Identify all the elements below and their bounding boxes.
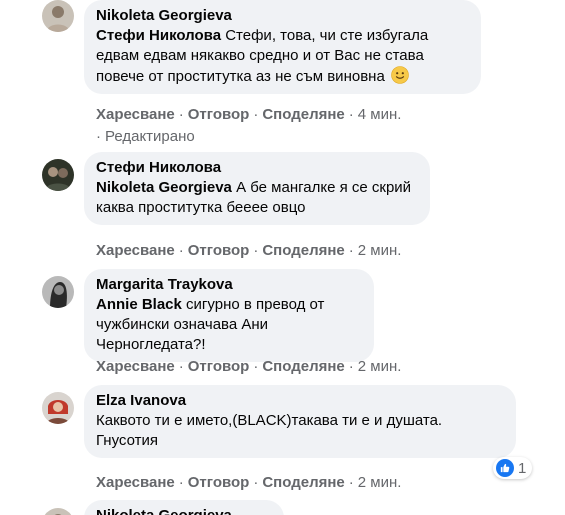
comment-bubble: Nikoleta Georgieva bbox=[84, 500, 284, 515]
comment-thread: Nikoleta Georgieva Стефи Николова Стефи,… bbox=[0, 0, 565, 515]
mention-link[interactable]: Annie Black bbox=[96, 296, 182, 313]
reply-button[interactable]: Отговор bbox=[188, 474, 250, 491]
separator-dot: · bbox=[253, 106, 259, 123]
reactions-summary[interactable]: 1 bbox=[493, 457, 533, 479]
share-button[interactable]: Споделяне bbox=[262, 474, 344, 491]
separator-dot: · bbox=[348, 242, 354, 259]
separator-dot: · bbox=[96, 128, 101, 145]
slightly-smiling-face-icon bbox=[391, 66, 409, 84]
separator-dot: · bbox=[178, 474, 184, 491]
avatar[interactable] bbox=[42, 508, 74, 515]
edited-label[interactable]: Редактирано bbox=[105, 128, 195, 145]
separator-dot: · bbox=[178, 242, 184, 259]
like-button[interactable]: Харесване bbox=[96, 106, 175, 123]
comment-author[interactable]: Nikoleta Georgieva bbox=[96, 506, 272, 515]
timestamp[interactable]: 4 мин. bbox=[358, 106, 402, 123]
comment-text: Annie Black сигурно в превод от чужбинск… bbox=[96, 295, 362, 355]
like-button[interactable]: Харесване bbox=[96, 474, 175, 491]
edited-label-row: · Редактирано bbox=[96, 127, 195, 147]
separator-dot: · bbox=[253, 474, 259, 491]
avatar[interactable] bbox=[42, 276, 74, 308]
comment-text: Nikoleta Georgieva А бе мангалке я се ск… bbox=[96, 178, 418, 218]
reply-button[interactable]: Отговор bbox=[188, 242, 250, 259]
avatar[interactable] bbox=[42, 0, 74, 32]
separator-dot: · bbox=[348, 474, 354, 491]
separator-dot: · bbox=[348, 106, 354, 123]
comment-actions: Харесване · Отговор · Споделяне · 2 мин. bbox=[96, 241, 401, 261]
separator-dot: · bbox=[348, 358, 354, 375]
mention-link[interactable]: Nikoleta Georgieva bbox=[96, 179, 232, 196]
reaction-count: 1 bbox=[518, 459, 527, 477]
comment-actions: Харесване · Отговор · Споделяне · 4 мин. bbox=[96, 105, 401, 125]
comment-bubble: Nikoleta Georgieva Стефи Николова Стефи,… bbox=[84, 0, 481, 94]
timestamp[interactable]: 2 мин. bbox=[358, 242, 402, 259]
separator-dot: · bbox=[253, 242, 259, 259]
comment-author[interactable]: Elza Ivanova bbox=[96, 391, 504, 411]
comment-author[interactable]: Margarita Traykova bbox=[96, 275, 362, 295]
comment-author[interactable]: Стефи Николова bbox=[96, 158, 418, 178]
reply-button[interactable]: Отговор bbox=[188, 106, 250, 123]
comment-text: Гнусотия bbox=[96, 432, 158, 449]
comment-actions: Харесване · Отговор · Споделяне · 2 мин. bbox=[96, 473, 401, 493]
separator-dot: · bbox=[178, 358, 184, 375]
comment-bubble: Margarita Traykova Annie Black сигурно в… bbox=[84, 269, 374, 362]
share-button[interactable]: Споделяне bbox=[262, 242, 344, 259]
comment-text: Стефи Николова Стефи, това, чи сте избуг… bbox=[96, 26, 469, 87]
like-button[interactable]: Харесване bbox=[96, 358, 175, 375]
mention-link[interactable]: Стефи Николова bbox=[96, 27, 221, 44]
share-button[interactable]: Споделяне bbox=[262, 358, 344, 375]
like-icon bbox=[496, 459, 514, 477]
avatar[interactable] bbox=[42, 159, 74, 191]
reply-button[interactable]: Отговор bbox=[188, 358, 250, 375]
comment-text: Каквото ти е името,(BLACK)такава ти е и … bbox=[96, 412, 443, 429]
avatar[interactable] bbox=[42, 392, 74, 424]
comment-bubble: Стефи Николова Nikoleta Georgieva А бе м… bbox=[84, 152, 430, 225]
comment-bubble: Elza Ivanova Каквото ти е името,(BLACK)т… bbox=[84, 385, 516, 458]
like-button[interactable]: Харесване bbox=[96, 242, 175, 259]
separator-dot: · bbox=[253, 358, 259, 375]
timestamp[interactable]: 2 мин. bbox=[358, 474, 402, 491]
comment-author[interactable]: Nikoleta Georgieva bbox=[96, 6, 469, 26]
share-button[interactable]: Споделяне bbox=[262, 106, 344, 123]
timestamp[interactable]: 2 мин. bbox=[358, 358, 402, 375]
separator-dot: · bbox=[178, 106, 184, 123]
comment-actions: Харесване · Отговор · Споделяне · 2 мин. bbox=[96, 357, 401, 377]
